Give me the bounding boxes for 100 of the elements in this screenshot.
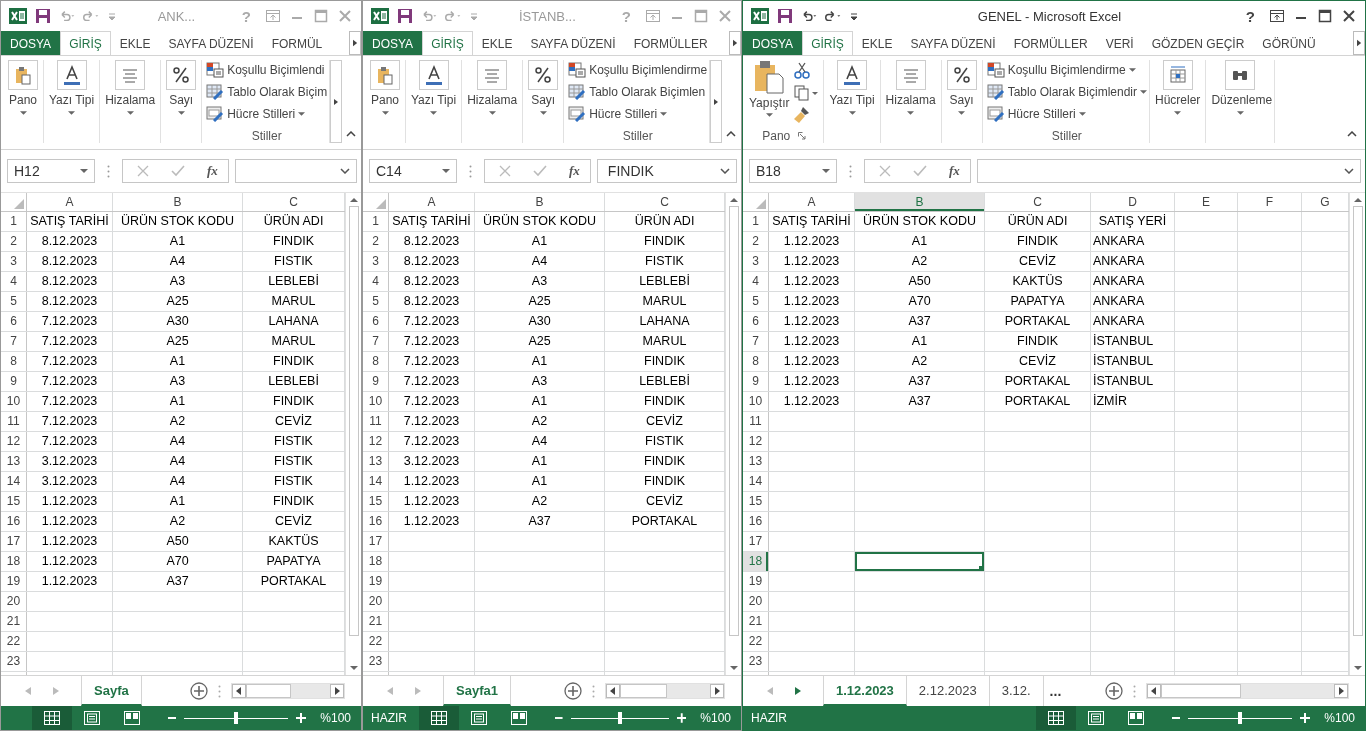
row-header[interactable]: 7	[363, 332, 388, 351]
scrollbar-thumb[interactable]	[1160, 684, 1242, 698]
zoom-out-icon[interactable]	[555, 714, 563, 722]
row-header[interactable]: 4	[1, 272, 26, 291]
formula-input[interactable]: FINDIK	[596, 159, 737, 183]
zoom-in-icon[interactable]	[676, 713, 687, 723]
row-header[interactable]: 1	[363, 212, 388, 231]
row-header[interactable]: 19	[363, 572, 388, 591]
add-sheet-icon[interactable]	[1104, 682, 1123, 700]
row-header[interactable]: 21	[363, 612, 388, 631]
vertical-scrollbar[interactable]	[725, 193, 741, 675]
row-header[interactable]: 16	[1, 512, 26, 531]
vertical-scrollbar[interactable]	[1349, 193, 1365, 675]
row-header[interactable]: 22	[743, 632, 768, 651]
row-header[interactable]: 16	[363, 512, 388, 531]
row-header[interactable]: 11	[743, 412, 768, 431]
copy-icon[interactable]	[793, 84, 820, 102]
checkmark-icon[interactable]	[913, 165, 927, 177]
row-header[interactable]: 7	[743, 332, 768, 351]
row-header[interactable]: 2	[743, 232, 768, 251]
row-header[interactable]: 23	[363, 652, 388, 671]
row-header[interactable]: 19	[743, 572, 768, 591]
row-header[interactable]: 11	[363, 412, 388, 431]
undo-icon[interactable]	[801, 8, 817, 24]
maximize-icon[interactable]	[1317, 8, 1333, 24]
spreadsheet-logo-icon[interactable]	[751, 8, 769, 24]
zoom-slider-thumb[interactable]	[234, 712, 239, 724]
zoom-out-icon[interactable]	[168, 714, 177, 722]
help-button[interactable]: ?	[1239, 7, 1261, 25]
scroll-right-button[interactable]	[330, 684, 344, 698]
row-header[interactable]: 16	[743, 512, 768, 531]
row-header[interactable]: 12	[743, 432, 768, 451]
row-header[interactable]: 14	[743, 472, 768, 491]
ribbon-display-icon[interactable]	[1269, 8, 1285, 24]
formula-input[interactable]	[234, 159, 357, 183]
row-header[interactable]: 17	[363, 532, 388, 551]
column-header[interactable]: A	[27, 193, 112, 211]
row-header[interactable]: 12	[1, 432, 26, 451]
normal-view-button[interactable]	[419, 706, 459, 730]
zoom-slider-thumb[interactable]	[617, 712, 622, 724]
ribbon-button[interactable]: Düzenleme	[1210, 60, 1271, 115]
row-header[interactable]: 7	[1, 332, 26, 351]
scroll-up-icon[interactable]	[1353, 197, 1362, 202]
checkmark-icon[interactable]	[533, 165, 547, 177]
horizontal-scrollbar[interactable]	[1145, 683, 1349, 699]
insert-function-button[interactable]: fx	[569, 163, 580, 179]
column-header[interactable]: C	[243, 193, 344, 211]
more-sheets-button[interactable]: ...	[1043, 676, 1068, 706]
row-header[interactable]: 9	[1, 372, 26, 391]
column-header[interactable]: D	[1091, 193, 1174, 211]
row-header[interactable]: 4	[743, 272, 768, 291]
row-header[interactable]: 19	[1, 572, 26, 591]
ribbon-button[interactable]: Yazı Tipi	[828, 60, 876, 115]
row-header[interactable]: 13	[743, 452, 768, 471]
row-header[interactable]: 3	[1, 252, 26, 271]
name-box[interactable]: H12	[7, 159, 95, 183]
row-header[interactable]: 1	[743, 212, 768, 231]
scrollbar-thumb[interactable]	[619, 684, 667, 698]
vertical-scrollbar[interactable]	[345, 193, 361, 675]
style-menu-button[interactable]: Tablo Olarak Biçimlendir	[986, 82, 1147, 101]
row-header[interactable]: 17	[1, 532, 26, 551]
ribbon-tab[interactable]: DOSYA	[363, 31, 423, 55]
row-header[interactable]: 14	[1, 472, 26, 491]
ribbon-tab[interactable]: GİRİŞ	[422, 31, 473, 55]
row-header[interactable]: 9	[363, 372, 388, 391]
ribbon-button[interactable]: Hizalama	[466, 60, 519, 115]
scroll-up-icon[interactable]	[729, 197, 738, 202]
spreadsheet-logo-icon[interactable]	[9, 8, 27, 24]
ribbon-button[interactable]: Hizalama	[104, 60, 157, 115]
row-header[interactable]: 18	[363, 552, 388, 571]
collapse-ribbon-icon[interactable]	[346, 131, 357, 137]
dialog-launcher-icon[interactable]	[798, 132, 807, 140]
row-header[interactable]: 8	[363, 352, 388, 371]
checkmark-icon[interactable]	[171, 165, 185, 177]
zoom-out-icon[interactable]	[1172, 714, 1181, 722]
ribbon-button[interactable]: Yazı Tipi	[48, 60, 96, 115]
row-header[interactable]: 17	[743, 532, 768, 551]
row-header[interactable]: 23	[1, 652, 26, 671]
row-header[interactable]: 10	[743, 392, 768, 411]
zoom-level[interactable]: %100	[700, 711, 731, 725]
column-header[interactable]: B	[475, 193, 604, 211]
column-header[interactable]: C	[605, 193, 724, 211]
row-header[interactable]: 20	[743, 592, 768, 611]
scroll-right-button[interactable]	[1353, 31, 1365, 55]
column-header[interactable]: A	[769, 193, 854, 211]
close-icon[interactable]	[1341, 8, 1357, 24]
row-header[interactable]: 18	[1, 552, 26, 571]
row-header[interactable]: 3	[743, 252, 768, 271]
zoom-level[interactable]: %100	[1324, 711, 1355, 725]
save-icon[interactable]	[397, 8, 413, 24]
scroll-left-button[interactable]	[605, 684, 620, 698]
paintbrush-icon[interactable]	[793, 106, 812, 124]
column-header[interactable]: E	[1175, 193, 1237, 211]
row-header[interactable]: 10	[363, 392, 388, 411]
row-header[interactable]: 23	[743, 652, 768, 671]
row-header[interactable]: 21	[743, 612, 768, 631]
grip-icon[interactable]	[217, 684, 221, 698]
column-header[interactable]: C	[985, 193, 1090, 211]
row-header[interactable]: 1	[1, 212, 26, 231]
next-sheet-icon[interactable]	[795, 687, 801, 695]
